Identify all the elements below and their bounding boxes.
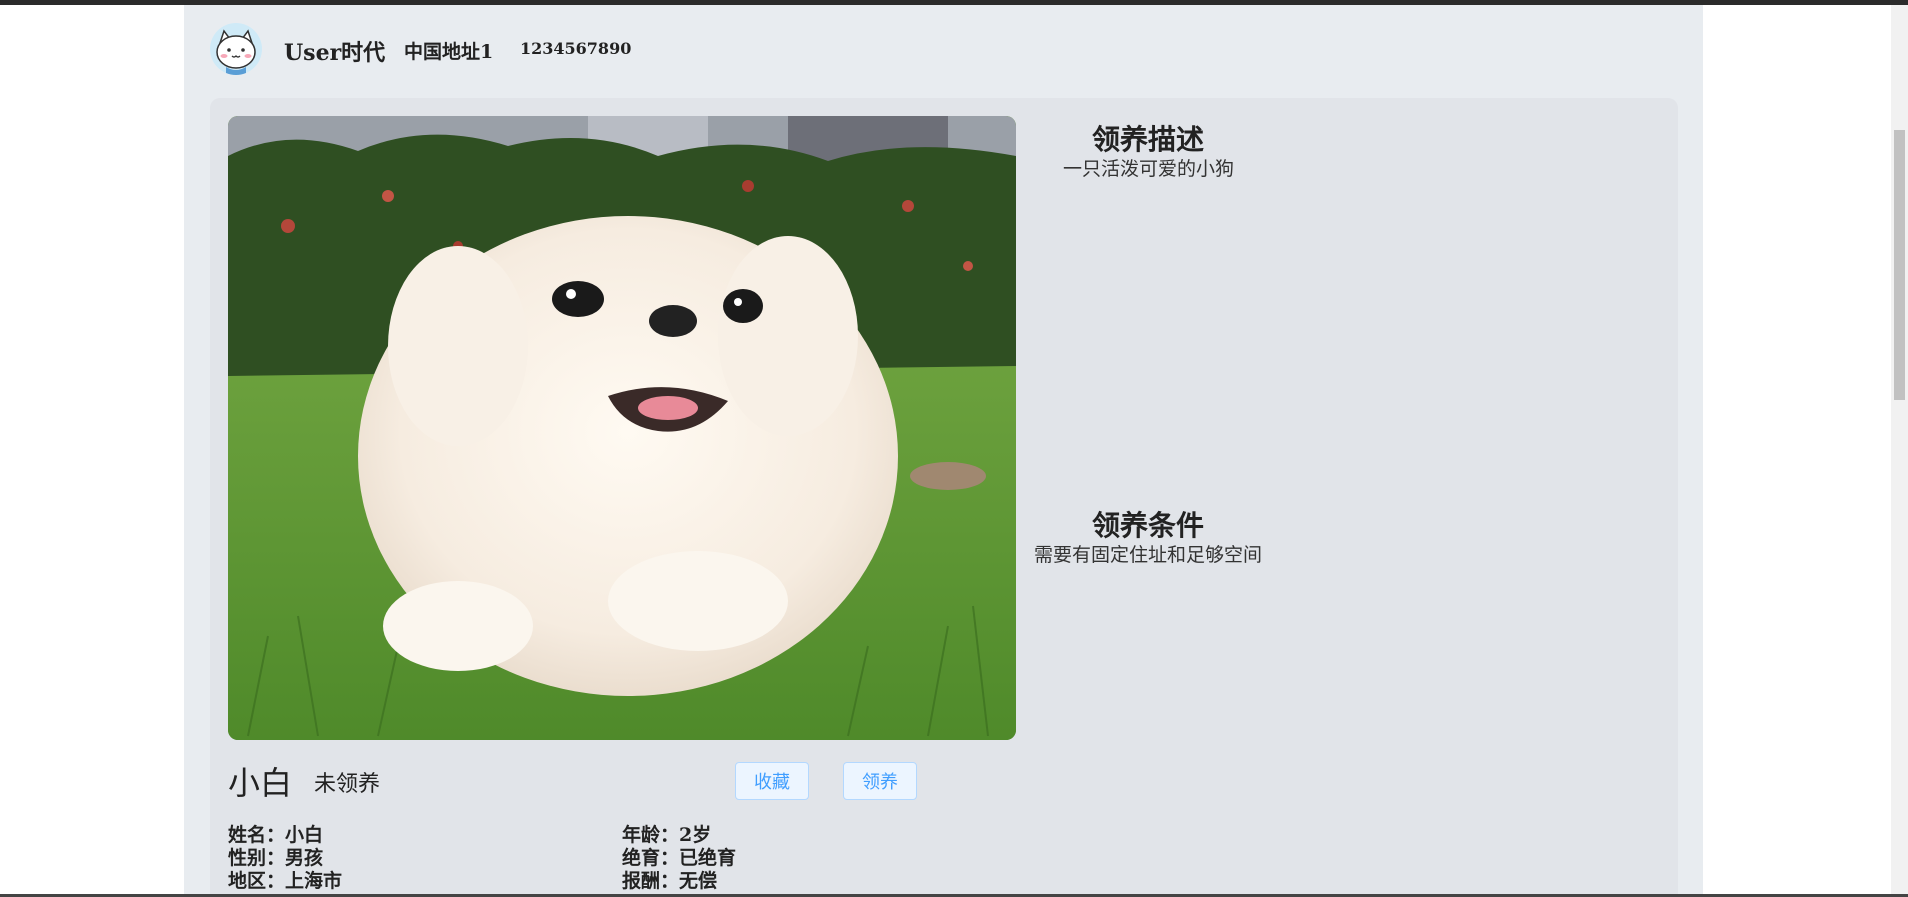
detail-region: 地区：上海市 bbox=[228, 866, 342, 893]
favorite-button[interactable]: 收藏 bbox=[735, 762, 809, 800]
detail-reward: 报酬：无偿 bbox=[622, 866, 717, 893]
adoption-status: 未领养 bbox=[314, 772, 381, 797]
adoption-description-text: 一只活泼可爱的小狗 bbox=[1063, 158, 1235, 180]
adoption-conditions-title: 领养条件 bbox=[1092, 509, 1205, 542]
avatar[interactable] bbox=[210, 23, 262, 75]
detail-region-label: 地区： bbox=[228, 870, 286, 892]
pet-photo bbox=[228, 116, 1016, 740]
scrollbar-thumb[interactable] bbox=[1894, 130, 1905, 400]
pet-name: 小白 bbox=[228, 764, 293, 802]
dog-photo-icon bbox=[228, 116, 1016, 740]
adoption-conditions-text: 需要有固定住址和足够空间 bbox=[1034, 544, 1263, 566]
detail-reward-value: 无偿 bbox=[679, 870, 718, 892]
user-header: User时代 中国地址1 1234567890 bbox=[184, 5, 1703, 95]
detail-region-value: 上海市 bbox=[285, 870, 343, 892]
user-phone: 1234567890 bbox=[520, 39, 632, 58]
pet-card: 领养描述 一只活泼可爱的小狗 领养条件 需要有固定住址和足够空间 小白 未领养 … bbox=[210, 98, 1678, 897]
cat-avatar-icon bbox=[210, 23, 262, 75]
user-address: 中国地址1 bbox=[404, 41, 494, 63]
adopt-button[interactable]: 领养 bbox=[843, 762, 917, 800]
detail-reward-label: 报酬： bbox=[622, 870, 680, 892]
adoption-description-title: 领养描述 bbox=[1092, 123, 1205, 156]
pet-detail-page: User时代 中国地址1 1234567890 领养描述 一只活泼可爱的小狗 领… bbox=[184, 5, 1703, 897]
vertical-scrollbar[interactable] bbox=[1891, 5, 1908, 897]
username: User时代 bbox=[284, 40, 386, 66]
